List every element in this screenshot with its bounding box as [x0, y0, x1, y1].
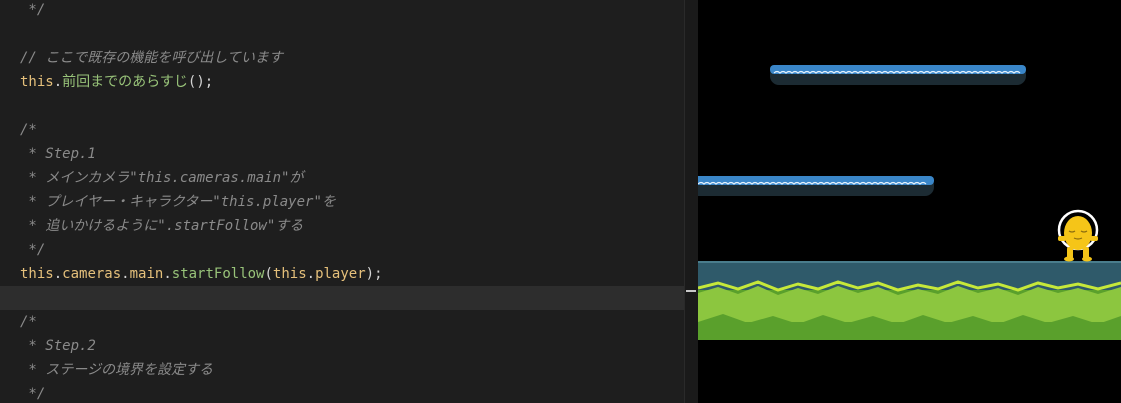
code-line: /* — [20, 314, 37, 330]
ground — [698, 261, 1121, 340]
app-root: */ // ここで既存の機能を呼び出しています this.前回までのあらすじ()… — [0, 0, 1121, 403]
dot-token: . — [53, 74, 63, 90]
code-editor[interactable]: */ // ここで既存の機能を呼び出しています this.前回までのあらすじ()… — [0, 0, 684, 403]
code-line: this.cameras.main.startFollow(this.playe… — [20, 262, 383, 286]
code-line: */ — [20, 386, 46, 402]
this-keyword: this — [272, 266, 307, 282]
method-call-name: 前回までのあらすじ — [62, 74, 188, 90]
dot-token: . — [53, 266, 63, 282]
code-line: * Step.2 — [20, 338, 96, 354]
paren-token: ( — [264, 266, 273, 282]
code-line: */ — [20, 2, 46, 18]
editor-scrollbar[interactable] — [684, 0, 698, 403]
property-token: player — [315, 266, 366, 282]
property-token: cameras — [62, 266, 122, 282]
floating-platform-middle — [698, 176, 934, 196]
dot-token: . — [163, 266, 172, 282]
code-line: */ — [20, 242, 46, 258]
call-end: ); — [365, 266, 383, 282]
this-keyword: this — [20, 74, 54, 90]
call-parens: (); — [187, 74, 214, 90]
game-preview-canvas[interactable] — [698, 0, 1121, 403]
scrollbar-cursor-marker — [686, 290, 696, 292]
code-line: this.前回までのあらすじ(); — [20, 70, 213, 94]
yellow-player-character-icon[interactable] — [1057, 209, 1099, 262]
code-line: * ステージの境界を設定する — [20, 362, 214, 378]
floating-platform-upper — [770, 65, 1026, 85]
method-call-name: startFollow — [171, 266, 265, 282]
code-line: * メインカメラ"this.cameras.main"が — [20, 170, 304, 186]
dot-token: . — [306, 266, 316, 282]
current-line-highlight — [0, 286, 684, 310]
this-keyword: this — [20, 266, 54, 282]
code-line: * Step.1 — [20, 146, 96, 162]
game-scene — [698, 65, 1121, 340]
code-line: /* — [20, 122, 37, 138]
code-line: * プレイヤー・キャラクター"this.player"を — [20, 194, 336, 210]
property-token: main — [129, 266, 164, 282]
dot-token: . — [121, 266, 130, 282]
code-line: * 追いかけるように".startFollow"する — [20, 218, 304, 234]
code-line: // ここで既存の機能を呼び出しています — [20, 50, 283, 66]
